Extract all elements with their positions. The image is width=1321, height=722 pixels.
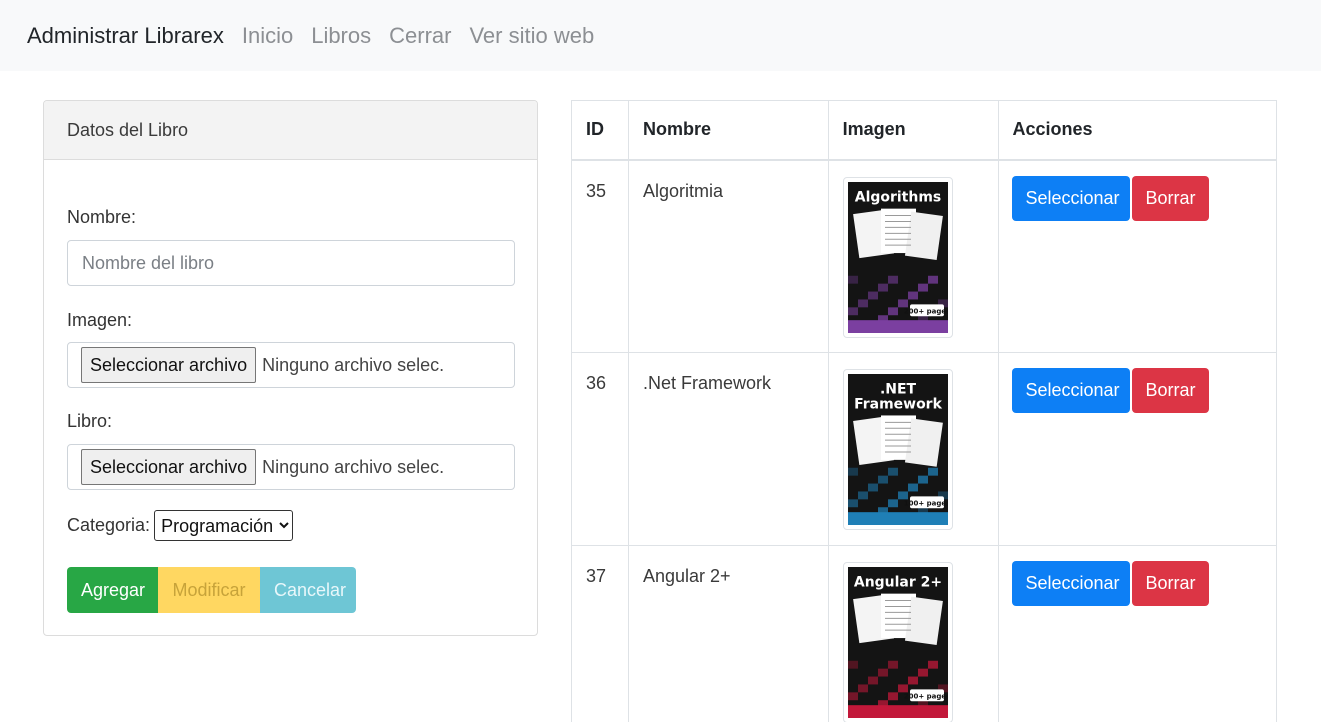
row-id: 36 xyxy=(571,352,629,546)
nav-link-ver-sitio-web[interactable]: Ver sitio web xyxy=(469,23,594,49)
row-name: Angular 2+ xyxy=(627,545,829,722)
row-name: .Net Framework xyxy=(627,352,829,546)
nav-link-inicio[interactable]: Inicio xyxy=(242,23,293,49)
imagen-file-input: Seleccionar archivo Ninguno archivo sele… xyxy=(67,342,515,388)
imagen-file-status: Ninguno archivo selec. xyxy=(262,354,445,375)
categoria-row: Categoria: Programación xyxy=(67,510,294,541)
top-navbar: Administrar Librarex Inicio Libros Cerra… xyxy=(0,0,1321,71)
navbar-brand[interactable]: Administrar Librarex xyxy=(27,23,224,49)
row-image-cell: Angular 2+ 200+ pages xyxy=(827,545,999,722)
imagen-label: Imagen: xyxy=(67,310,133,330)
book-cover-title: Algorithms xyxy=(854,189,940,205)
row-name: Algoritmia xyxy=(627,159,829,353)
imagen-file-button[interactable]: Seleccionar archivo xyxy=(81,347,257,383)
book-cover-title: .NET xyxy=(880,382,917,398)
book-cover-pages: 200+ pages xyxy=(903,307,947,315)
row-id: 35 xyxy=(571,159,629,353)
nav-link-libros[interactable]: Libros xyxy=(311,23,371,49)
agregar-button[interactable]: Agregar xyxy=(67,567,158,613)
cancelar-button[interactable]: Cancelar xyxy=(260,567,356,613)
book-cover-pages: 100+ pages xyxy=(903,499,947,507)
libro-file-status: Ninguno archivo selec. xyxy=(262,456,445,477)
book-cover-image: Angular 2+ 200+ pages xyxy=(847,567,950,718)
form-button-group: Agregar Modificar Cancelar xyxy=(67,567,356,613)
seleccionar-button[interactable]: Seleccionar xyxy=(1011,175,1130,221)
header-imagen: Imagen xyxy=(827,100,999,161)
borrar-button[interactable]: Borrar xyxy=(1131,368,1209,413)
table-row: 37 Angular 2+ Angular 2+ 200+ pages Selec… xyxy=(571,545,1277,722)
borrar-button[interactable]: Borrar xyxy=(1131,561,1209,606)
book-cover-thumbnail: Algorithms 200+ pages xyxy=(842,176,953,338)
book-cover-thumbnail: Angular 2+ 200+ pages xyxy=(842,562,953,722)
seleccionar-button[interactable]: Seleccionar xyxy=(1011,368,1130,413)
book-cover-title: Framework xyxy=(854,397,943,413)
books-table-wrapper: ID Nombre Imagen Acciones 35 Algoritmia … xyxy=(571,100,1277,722)
categoria-select[interactable]: Programación xyxy=(154,510,294,541)
book-form-card: Datos del Libro Nombre: Imagen: Seleccio… xyxy=(43,100,538,636)
card-header: Datos del Libro xyxy=(44,101,537,160)
book-cover-pages: 200+ pages xyxy=(903,692,947,700)
table-row: 35 Algoritmia Algorithms 200+ pages Selec… xyxy=(571,159,1277,353)
nombre-input[interactable] xyxy=(67,240,515,286)
libro-file-input: Seleccionar archivo Ninguno archivo sele… xyxy=(67,444,515,490)
header-id: ID xyxy=(571,100,629,161)
seleccionar-button[interactable]: Seleccionar xyxy=(1011,561,1130,606)
row-actions: Seleccionar Borrar xyxy=(997,159,1277,353)
row-actions: Seleccionar Borrar xyxy=(997,352,1277,546)
books-table: ID Nombre Imagen Acciones 35 Algoritmia … xyxy=(571,100,1277,722)
book-cover-title: Angular 2+ xyxy=(854,575,942,591)
book-cover-thumbnail: .NET Framework 100+ pages xyxy=(842,369,953,530)
book-cover-image: Algorithms 200+ pages xyxy=(847,181,950,333)
libro-label: Libro: xyxy=(67,411,113,431)
row-image-cell: Algorithms 200+ pages xyxy=(827,159,999,353)
header-nombre: Nombre xyxy=(627,100,829,161)
nav-link-cerrar[interactable]: Cerrar xyxy=(389,23,451,49)
row-image-cell: .NET Framework 100+ pages xyxy=(827,352,999,546)
row-actions: Seleccionar Borrar xyxy=(997,545,1277,722)
row-id: 37 xyxy=(571,545,629,722)
book-cover-image: .NETFramework 100+ pages xyxy=(847,374,950,525)
libro-file-button[interactable]: Seleccionar archivo xyxy=(81,449,257,485)
borrar-button[interactable]: Borrar xyxy=(1131,175,1209,221)
categoria-label: Categoria: xyxy=(67,515,151,535)
header-acciones: Acciones xyxy=(997,100,1277,161)
modificar-button[interactable]: Modificar xyxy=(158,567,260,613)
table-header-row: ID Nombre Imagen Acciones xyxy=(571,100,1277,161)
nombre-label: Nombre: xyxy=(67,207,137,227)
table-row: 36 .Net Framework .NET Framework 100+ page… xyxy=(571,352,1277,546)
